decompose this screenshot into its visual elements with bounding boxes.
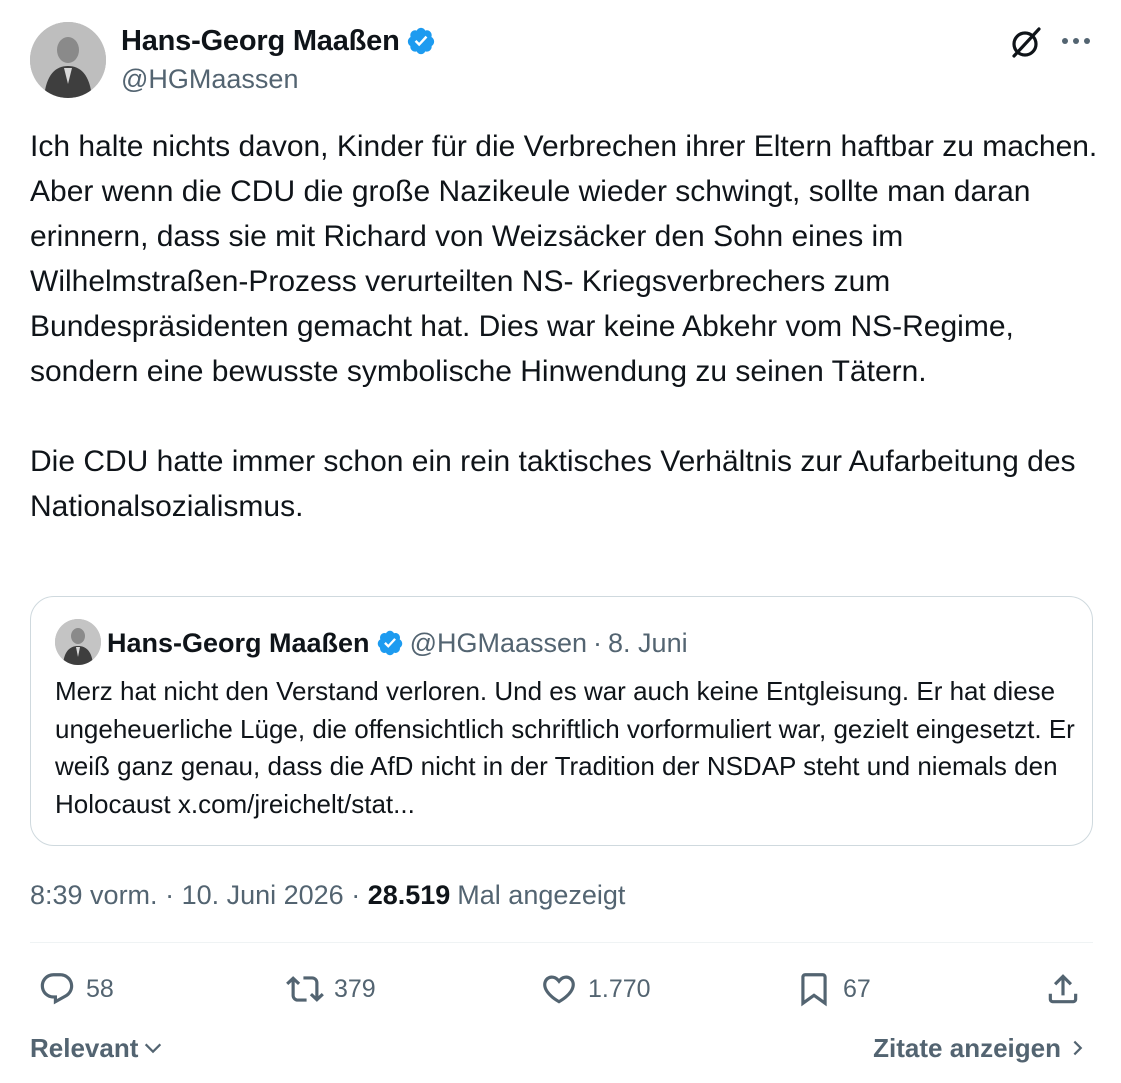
quoted-author-handle[interactable]: @HGMaassen bbox=[410, 628, 587, 659]
tweet-paragraph: Die CDU hatte immer schon ein rein takti… bbox=[30, 445, 1076, 523]
author-avatar[interactable] bbox=[30, 22, 106, 98]
tweet-meta: 8:39 vorm. · 10. Juni 2026 · 28.519 Mal … bbox=[30, 876, 625, 914]
quoted-tweet[interactable]: Hans-Georg Maaßen @HGMaassen · 8. Juni M… bbox=[30, 596, 1093, 846]
tweet-time[interactable]: 8:39 vorm. bbox=[30, 880, 158, 911]
divider bbox=[30, 942, 1093, 943]
author-handle[interactable]: @HGMaassen bbox=[121, 62, 298, 96]
heart-icon bbox=[543, 975, 575, 1004]
sort-label: Relevant bbox=[30, 1032, 139, 1063]
bookmark-icon bbox=[801, 973, 827, 1007]
view-quotes-link[interactable]: Zitate anzeigen bbox=[873, 1030, 1087, 1066]
repost-icon bbox=[286, 976, 324, 1002]
chevron-right-icon bbox=[1073, 1040, 1083, 1056]
quoted-text: Merz hat nicht den Verstand verloren. Un… bbox=[55, 676, 1075, 819]
quoted-author-name[interactable]: Hans-Georg Maaßen bbox=[107, 628, 370, 659]
meta-separator: · bbox=[343, 879, 368, 910]
sort-dropdown[interactable]: Relevant bbox=[30, 1030, 164, 1066]
like-count: 1.770 bbox=[588, 974, 651, 1003]
quoted-date[interactable]: 8. Juni bbox=[608, 628, 688, 659]
repost-button[interactable]: 379 bbox=[286, 966, 376, 1012]
bookmark-button[interactable]: 67 bbox=[795, 966, 871, 1012]
tweet-detail: Hans-Georg Maaßen @HGMaassen Ich halte n… bbox=[0, 0, 1121, 1083]
meta-separator: · bbox=[157, 879, 182, 910]
quoted-header: Hans-Georg Maaßen @HGMaassen · 8. Juni bbox=[107, 623, 688, 663]
reply-button[interactable]: 58 bbox=[38, 966, 114, 1012]
chevron-down-icon bbox=[145, 1043, 162, 1054]
reply-count: 58 bbox=[86, 974, 114, 1003]
tweet-text: Ich halte nichts davon, Kinder für die V… bbox=[30, 124, 1100, 529]
views-count: 28.519 bbox=[367, 879, 451, 910]
author-name[interactable]: Hans-Georg Maaßen bbox=[121, 22, 436, 60]
tweet-date[interactable]: 10. Juni 2026 bbox=[182, 880, 344, 911]
bookmark-count: 67 bbox=[843, 974, 871, 1003]
verified-badge-icon bbox=[407, 27, 434, 55]
quoted-author-avatar[interactable] bbox=[55, 619, 101, 665]
more-icon[interactable] bbox=[1058, 28, 1094, 54]
like-button[interactable]: 1.770 bbox=[540, 966, 651, 1012]
author-name-text[interactable]: Hans-Georg Maaßen bbox=[121, 22, 400, 60]
repost-count: 379 bbox=[334, 974, 376, 1003]
share-icon bbox=[1048, 974, 1078, 1004]
verified-badge-icon bbox=[377, 630, 402, 656]
views-label: Mal angezeigt bbox=[457, 879, 626, 910]
grok-icon[interactable] bbox=[1006, 24, 1044, 62]
reply-icon bbox=[40, 973, 74, 1005]
share-button[interactable] bbox=[1044, 966, 1082, 1012]
quotes-label: Zitate anzeigen bbox=[873, 1032, 1061, 1063]
tweet-paragraph: Ich halte nichts davon, Kinder für die V… bbox=[30, 130, 1098, 388]
quoted-separator: · bbox=[593, 627, 603, 658]
